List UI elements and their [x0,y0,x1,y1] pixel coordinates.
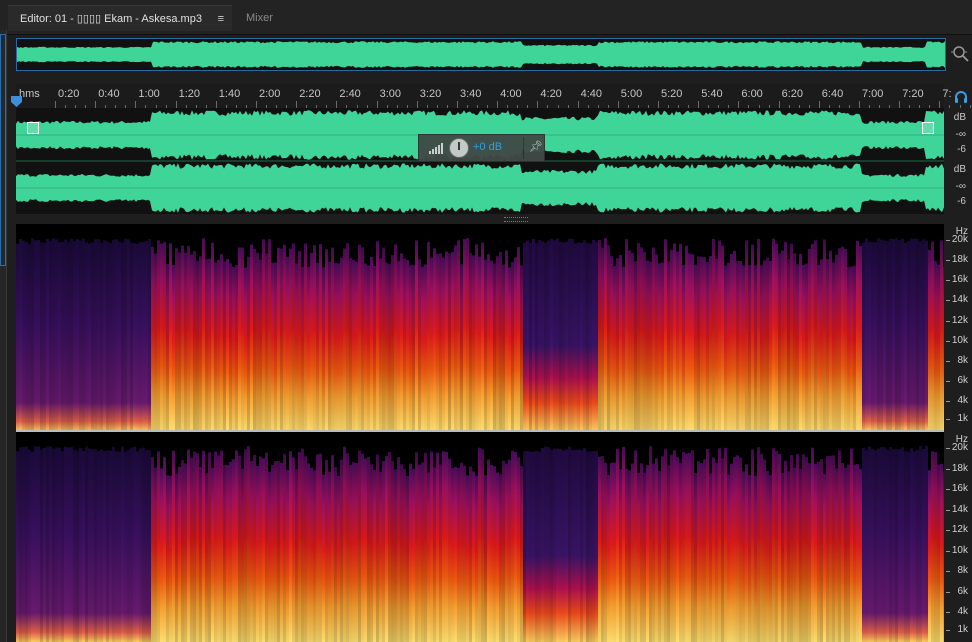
ruler-tick-label: 0:40 [98,88,120,100]
hz-label: 14k [951,503,968,515]
frequency-scale-top: Hz 20k 18k 16k 14k 12k 10k 8k 6k 4k 1k [946,224,972,431]
frequency-scale-bottom: Hz 20k 18k 16k 14k 12k 10k 8k 6k 4k 1k [946,432,972,642]
panel-divider-handle[interactable] [16,214,944,224]
ruler-tick-label: 6:20 [781,88,804,100]
volume-hud[interactable]: +0 dB 📌︎ [418,134,545,162]
hz-label: 16k [951,483,968,494]
ruler-tick-label: 2:00 [259,88,281,100]
ruler-tick-label: 3:00 [379,88,402,100]
ruler-tick-label: 6:00 [741,88,763,100]
ruler-tick-label: 5:20 [661,88,683,100]
fade-in-handle-icon[interactable] [27,122,39,134]
hz-label: 1k [957,624,968,635]
tab-menu-icon[interactable]: ≡ [218,6,224,32]
hz-label: 8k [957,354,968,366]
volume-knob[interactable] [449,138,469,158]
level-bars-icon [429,143,443,154]
ruler-tick-label: 5:00 [620,88,643,100]
ruler-tick-label: 6:40 [821,88,844,100]
headphones-icon[interactable] [954,90,968,104]
left-panel-edge [0,30,7,642]
ruler-tick-label: 1:00 [138,88,160,100]
overview-navigator[interactable] [16,38,946,71]
hz-label: 14k [951,294,968,306]
overview-waveform [17,39,945,70]
ruler-tick-label: 4:20 [540,88,562,100]
ruler-tick-label: 0:20 [58,88,80,100]
time-ruler[interactable]: hms 0:20 0:40 1:00 1:20 1:40 2:00 2:20 2:40 3:00… [16,84,971,108]
ruler-tick-label: 3:20 [419,88,442,100]
pin-icon[interactable]: 📌︎ [529,140,543,153]
hz-label: 4k [957,606,968,617]
spectrogram-left-channel[interactable] [16,224,944,431]
hz-label: 12k [951,524,968,535]
amp-label: -∞ [955,181,966,192]
playhead-marker-icon[interactable] [11,96,22,107]
hz-label: 12k [951,314,968,326]
tab-editor-label: Editor: 01 - ▯▯▯▯ Ekam - Askesa.mp3 [20,13,202,25]
volume-value[interactable]: +0 dB [473,141,502,153]
amp-unit: dB [953,164,966,175]
ruler-tick-label: 7:00 [862,88,884,100]
hz-label: 6k [957,374,968,386]
hz-label: 10k [951,334,968,346]
hz-label: 8k [957,565,968,576]
tab-editor[interactable]: Editor: 01 - ▯▯▯▯ Ekam - Askesa.mp3 ≡ [8,5,232,31]
ruler-tick-label: 4:00 [500,88,522,100]
amp-unit: dB [953,112,966,123]
hz-label: 20k [951,234,968,245]
ruler-tick-label: 2:40 [339,88,361,100]
ruler-unit: hms [19,88,40,100]
ruler-tick-label: 1:40 [218,88,241,100]
amp-label: -6 [957,196,966,207]
ruler-tick-label: 7:20 [902,88,924,100]
ruler-tick-label: 5:40 [701,88,723,100]
amp-label: -6 [957,144,966,155]
ruler-tick-label: 7: [942,88,952,100]
hz-label: 4k [957,395,968,406]
zoom-magnifier-icon[interactable] [951,44,969,62]
ruler-tick-label: 3:40 [460,88,482,100]
hz-label: 6k [957,585,968,597]
hz-label: 20k [951,442,968,453]
hz-label: 1k [957,413,968,424]
hz-label: 18k [951,254,968,266]
hz-label: 10k [951,544,968,556]
ruler-tick-label: 1:20 [178,88,201,100]
amplitude-scale-left: dB -∞ -6 [946,110,972,162]
fade-out-handle-icon[interactable] [922,122,934,134]
spectrogram-right-channel[interactable] [16,432,944,642]
tab-mixer[interactable]: Mixer [246,5,273,31]
ruler-tick-label: 2:20 [299,88,321,100]
amp-label: -∞ [955,129,966,140]
hz-label: 18k [951,462,968,474]
hz-label: 16k [951,274,968,286]
ruler-tick-label: 4:40 [580,88,603,100]
amplitude-scale-right: dB -∞ -6 [946,162,972,214]
